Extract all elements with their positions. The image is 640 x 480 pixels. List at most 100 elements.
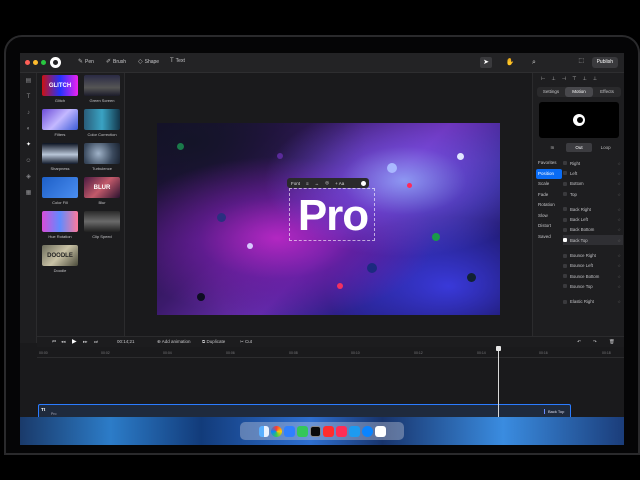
animation-item[interactable]: Left ☆ — [563, 168, 623, 178]
category-favorites[interactable]: Favorites — [536, 158, 562, 169]
effect-hue-rotation[interactable]: Hue Rotation — [41, 211, 79, 244]
select-pointer-icon[interactable]: ➤ — [480, 57, 492, 68]
timeline-ruler[interactable]: 00:00 00:02 00:04 00:06 00:08 00:10 00:1… — [37, 349, 624, 358]
star-icon[interactable]: ☆ — [617, 274, 621, 279]
duplicate-button[interactable]: ⧉ Duplicate — [202, 339, 225, 344]
align-left-icon[interactable]: ⊢ — [541, 76, 545, 82]
skip-forward-icon[interactable]: ⏭ — [94, 339, 98, 344]
undo-icon[interactable]: ↶ — [577, 339, 581, 345]
mail-icon[interactable] — [283, 425, 295, 437]
twitter-icon[interactable] — [348, 425, 360, 437]
tab-out[interactable]: Out — [565, 143, 593, 152]
animation-item-selected[interactable]: Back Top ☆ — [563, 235, 623, 246]
align-icon[interactable]: ≡ — [306, 181, 309, 186]
animation-item[interactable]: Bounce Top ☆ — [563, 281, 623, 291]
effect-blur[interactable]: BLUR Blur — [83, 177, 121, 210]
animation-item[interactable]: Bounce Right ☆ — [563, 250, 623, 260]
animation-item[interactable]: Back Left ☆ — [563, 214, 623, 224]
spacing-icon[interactable]: ↔ — [315, 181, 320, 186]
pen-tool-button[interactable]: ✎ Pen — [78, 58, 94, 66]
align-middle-icon[interactable]: ⊥ — [582, 76, 586, 82]
category-saved[interactable]: Saved — [536, 232, 562, 243]
tab-loop[interactable]: Loop — [592, 143, 619, 152]
zoom-search-icon[interactable]: ⌕ — [528, 57, 540, 68]
animation-item[interactable]: Back Right ☆ — [563, 204, 623, 214]
align-center-icon[interactable]: ⊥ — [551, 76, 555, 82]
brush-tool-button[interactable]: ✐ Brush — [106, 58, 126, 66]
effect-turbulence[interactable]: Turbulence — [83, 143, 121, 176]
delete-icon[interactable]: 🗑 — [609, 339, 615, 345]
effect-filters[interactable]: Filters — [41, 109, 79, 142]
star-icon[interactable]: ☆ — [617, 227, 621, 232]
effect-glitch[interactable]: GLITCH Glitch — [41, 75, 79, 108]
editor-app-icon[interactable] — [309, 425, 321, 437]
stickers-icon[interactable]: ☺ — [20, 153, 37, 169]
video-preview[interactable]: Font ≡ ↔ ◎ + Aa Pro — [157, 123, 500, 315]
star-icon[interactable]: ☆ — [617, 284, 621, 289]
tab-motion[interactable]: Motion — [565, 87, 593, 97]
save-icon[interactable]: ⬚ — [578, 57, 584, 64]
category-position[interactable]: Position — [536, 168, 562, 179]
star-icon[interactable]: ☆ — [617, 238, 621, 243]
effect-color-correction[interactable]: Color Correction — [83, 109, 121, 142]
category-fade[interactable]: Fade — [536, 190, 562, 201]
animation-item[interactable]: Elastic Right ☆ — [563, 297, 623, 307]
star-icon[interactable]: ☆ — [617, 192, 621, 197]
effect-green-screen[interactable]: Green Screen — [83, 75, 121, 108]
text-tool-button[interactable]: T Text — [170, 58, 185, 64]
minimize-window-button[interactable] — [33, 60, 38, 65]
star-icon[interactable]: ☆ — [617, 161, 621, 166]
star-icon[interactable]: ☆ — [617, 253, 621, 258]
skip-back-icon[interactable]: ⏮ — [52, 339, 56, 344]
animation-item[interactable]: Back Bottom ☆ — [563, 225, 623, 235]
category-scale[interactable]: Scale — [536, 179, 562, 190]
text-size-control[interactable]: + Aa — [335, 181, 344, 186]
effect-sharpness[interactable]: Sharpness — [41, 143, 79, 176]
publish-button[interactable]: Publish — [591, 57, 618, 68]
effect-clip-speed[interactable]: Clip Speed — [83, 211, 121, 244]
audio-icon[interactable]: ♪ — [20, 105, 37, 121]
align-right-icon[interactable]: ⊣ — [562, 76, 566, 82]
animation-item[interactable]: Bottom ☆ — [563, 179, 623, 189]
star-icon[interactable]: ☆ — [617, 299, 621, 304]
redo-icon[interactable]: ↷ — [593, 339, 597, 345]
play-icon[interactable]: ▶ — [72, 338, 77, 345]
category-rotation[interactable]: Rotation — [536, 200, 562, 211]
animation-item[interactable]: Bounce Left ☆ — [563, 261, 623, 271]
pan-hand-icon[interactable]: ✋ — [504, 57, 516, 68]
finder-icon[interactable] — [258, 425, 269, 437]
step-back-icon[interactable]: ◂◂ — [61, 339, 66, 345]
font-selector[interactable]: Font — [291, 181, 300, 186]
star-icon[interactable]: ☆ — [617, 263, 621, 268]
music-icon[interactable] — [335, 425, 347, 437]
title-text[interactable]: Pro — [290, 189, 376, 242]
effect-doodle[interactable]: DOODLE Doodle — [41, 245, 79, 278]
transitions-icon[interactable]: ◐ — [20, 121, 37, 137]
effects-icon[interactable]: ✦ — [20, 137, 37, 153]
tab-effects[interactable]: Effects — [593, 87, 621, 97]
cut-button[interactable]: ✂ Cut — [240, 339, 252, 345]
star-icon[interactable]: ☆ — [617, 171, 621, 176]
youtube-icon[interactable] — [322, 425, 334, 437]
title-clip-out-animation[interactable]: Back Top — [544, 409, 564, 414]
gmail-icon[interactable] — [374, 425, 386, 437]
category-slow[interactable]: Slow — [536, 211, 562, 222]
star-icon[interactable]: ☆ — [617, 207, 621, 212]
align-top-icon[interactable]: ⊤ — [572, 76, 576, 82]
star-icon[interactable]: ☆ — [617, 217, 621, 222]
title-text-box[interactable]: Pro — [289, 188, 375, 241]
safari-icon[interactable] — [270, 425, 282, 437]
close-window-button[interactable] — [25, 60, 30, 65]
shape-tool-button[interactable]: ◇ Shape — [138, 58, 159, 66]
zoom-window-button[interactable] — [41, 60, 46, 65]
text-panel-icon[interactable]: T — [20, 89, 37, 105]
style-icon[interactable]: ◎ — [325, 180, 329, 186]
text-color-swatch[interactable] — [361, 180, 366, 186]
animation-item[interactable]: Right ☆ — [563, 158, 623, 168]
align-bottom-icon[interactable]: ⊥ — [593, 76, 597, 82]
tab-in[interactable]: In — [539, 143, 566, 152]
category-distort[interactable]: Distort — [536, 221, 562, 232]
chrome-icon[interactable] — [361, 425, 373, 437]
media-icon[interactable]: ▤ — [20, 73, 37, 89]
templates-icon[interactable]: ▦ — [20, 185, 37, 201]
